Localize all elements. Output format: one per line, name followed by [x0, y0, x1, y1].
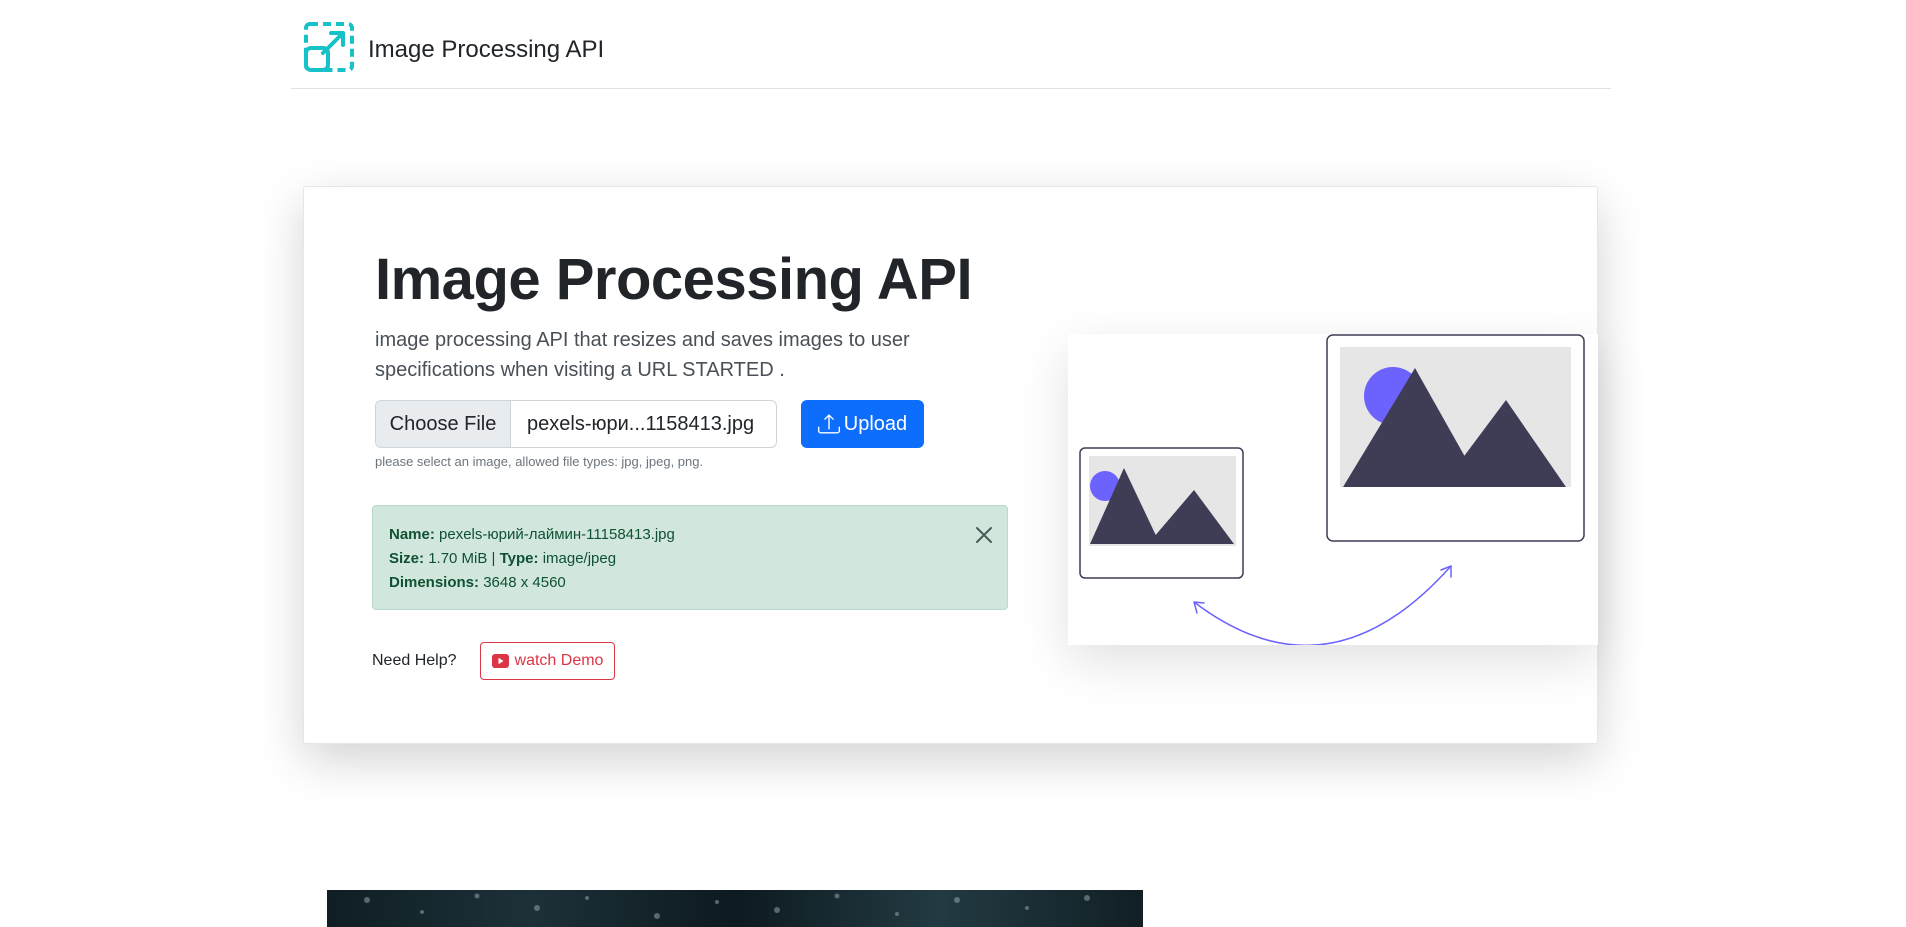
upload-icon: [817, 414, 840, 434]
file-info-alert: Name: pexels-юрий-лаймин-11158413.jpg Si…: [372, 505, 1008, 610]
file-name-value: pexels-юрий-лаймин-11158413.jpg: [439, 526, 675, 543]
separator: |: [487, 550, 500, 567]
upload-button-label: Upload: [843, 412, 908, 435]
watch-demo-button[interactable]: watch Demo: [480, 642, 615, 680]
need-help-label: Need Help?: [372, 652, 457, 669]
file-help-text: please select an image, allowed file typ…: [375, 454, 704, 469]
resize-illustration: [1068, 334, 1598, 647]
file-dimensions-label: Dimensions:: [389, 574, 480, 591]
page-title: Image Processing API: [375, 247, 973, 312]
close-icon[interactable]: [973, 524, 995, 546]
file-size-row: Size: 1.70 MiB | Type: image/jpeg: [389, 547, 991, 571]
resize-arrow-icon[interactable]: [303, 21, 355, 73]
top-navbar: Image Processing API: [291, 0, 1611, 89]
upload-button[interactable]: Upload: [801, 400, 924, 448]
file-size-label: Size:: [389, 550, 425, 567]
file-dimensions-value: 3648 x 4560: [483, 574, 566, 591]
file-type-value: image/jpeg: [542, 550, 617, 567]
resize-illustration-graphic: [1079, 334, 1585, 647]
watch-demo-label: watch Demo: [514, 652, 604, 669]
file-dimensions-row: Dimensions: 3648 x 4560: [389, 571, 991, 595]
hero-description: image processing API that resizes and sa…: [375, 329, 910, 381]
hero-card: Image Processing API image processing AP…: [303, 186, 1598, 744]
selected-file-name: pexels-юри...1158413.jpg: [527, 412, 755, 435]
choose-file-button[interactable]: Choose File: [376, 401, 511, 447]
file-type-label: Type:: [499, 550, 539, 567]
processed-image-preview: [327, 890, 1143, 927]
file-name-label: Name:: [389, 526, 435, 543]
file-size-value: 1.70 MiB: [428, 550, 488, 567]
file-name-row: Name: pexels-юрий-лаймин-11158413.jpg: [389, 523, 991, 547]
youtube-icon: [491, 654, 509, 668]
forest-image-texture: [364, 893, 1090, 919]
file-input[interactable]: Choose File pexels-юри...1158413.jpg: [375, 400, 777, 448]
navbar-brand[interactable]: Image Processing API: [368, 35, 604, 65]
